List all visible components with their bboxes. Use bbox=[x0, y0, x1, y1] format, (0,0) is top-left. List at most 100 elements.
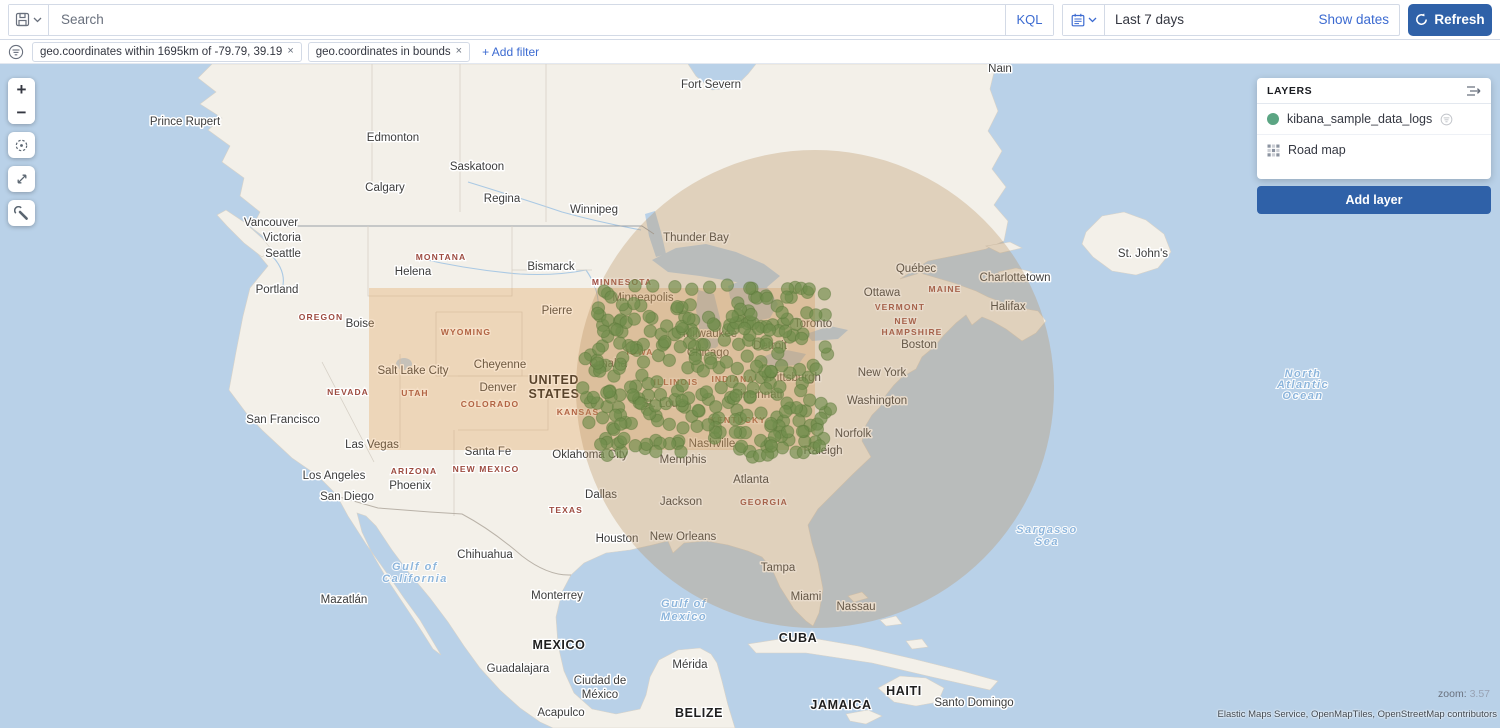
document-point[interactable] bbox=[795, 384, 807, 396]
measure-distance-button[interactable] bbox=[8, 166, 35, 192]
map-canvas[interactable]: Gulf ofCaliforniaGulf ofMexicoNorthAtlan… bbox=[0, 64, 1500, 728]
document-point[interactable] bbox=[781, 291, 793, 303]
document-point[interactable] bbox=[811, 423, 823, 435]
document-point[interactable] bbox=[797, 446, 809, 458]
document-point[interactable] bbox=[815, 412, 827, 424]
document-point[interactable] bbox=[715, 381, 727, 393]
document-point[interactable] bbox=[616, 298, 628, 310]
document-point[interactable] bbox=[649, 400, 661, 412]
layer-item-kibana-sample-data-logs[interactable]: kibana_sample_data_logs bbox=[1257, 104, 1491, 135]
show-dates-button[interactable]: Show dates bbox=[1308, 12, 1399, 27]
document-point[interactable] bbox=[729, 426, 741, 438]
document-point[interactable] bbox=[710, 401, 722, 413]
zoom-out-button[interactable]: − bbox=[8, 101, 35, 124]
document-point[interactable] bbox=[579, 352, 591, 364]
document-point[interactable] bbox=[596, 412, 608, 424]
document-point[interactable] bbox=[628, 313, 640, 325]
add-filter-button[interactable]: + Add filter bbox=[482, 45, 539, 59]
document-point[interactable] bbox=[760, 382, 772, 394]
document-point[interactable] bbox=[642, 377, 654, 389]
document-point[interactable] bbox=[804, 394, 816, 406]
document-point[interactable] bbox=[819, 341, 831, 353]
document-point[interactable] bbox=[730, 389, 742, 401]
remove-filter-icon[interactable]: × bbox=[287, 46, 293, 57]
document-point[interactable] bbox=[686, 283, 698, 295]
document-point[interactable] bbox=[583, 416, 595, 428]
document-point[interactable] bbox=[810, 309, 822, 321]
map-attribution[interactable]: Elastic Maps Service, OpenMapTiles, Open… bbox=[1218, 709, 1498, 720]
document-point[interactable] bbox=[760, 338, 772, 350]
document-point[interactable] bbox=[698, 339, 710, 351]
document-point[interactable] bbox=[813, 440, 825, 452]
document-point[interactable] bbox=[779, 325, 791, 337]
document-point[interactable] bbox=[692, 404, 704, 416]
document-point[interactable] bbox=[614, 337, 626, 349]
document-point[interactable] bbox=[618, 432, 630, 444]
document-point[interactable] bbox=[752, 322, 764, 334]
document-point[interactable] bbox=[629, 280, 641, 292]
document-point[interactable] bbox=[650, 445, 662, 457]
document-point[interactable] bbox=[643, 310, 655, 322]
document-point[interactable] bbox=[810, 363, 822, 375]
document-point[interactable] bbox=[763, 324, 775, 336]
zoom-in-button[interactable]: + bbox=[8, 78, 35, 101]
document-point[interactable] bbox=[615, 358, 627, 370]
document-point[interactable] bbox=[731, 362, 743, 374]
document-point[interactable] bbox=[761, 292, 773, 304]
document-point[interactable] bbox=[661, 320, 673, 332]
document-point[interactable] bbox=[779, 405, 791, 417]
document-point[interactable] bbox=[683, 312, 695, 324]
document-point[interactable] bbox=[705, 357, 717, 369]
document-point[interactable] bbox=[707, 318, 719, 330]
document-point[interactable] bbox=[765, 417, 777, 429]
document-point[interactable] bbox=[750, 360, 762, 372]
document-point[interactable] bbox=[815, 397, 827, 409]
time-range-button[interactable]: Last 7 days bbox=[1105, 12, 1308, 27]
document-point[interactable] bbox=[741, 350, 753, 362]
document-point[interactable] bbox=[729, 414, 741, 426]
document-point[interactable] bbox=[726, 310, 738, 322]
document-point[interactable] bbox=[605, 291, 617, 303]
document-point[interactable] bbox=[629, 440, 641, 452]
document-point[interactable] bbox=[776, 306, 788, 318]
document-point[interactable] bbox=[735, 440, 747, 452]
document-point[interactable] bbox=[703, 281, 715, 293]
document-point[interactable] bbox=[677, 422, 689, 434]
document-point[interactable] bbox=[738, 322, 750, 334]
set-view-button[interactable] bbox=[8, 132, 35, 158]
remove-filter-icon[interactable]: × bbox=[456, 46, 462, 57]
document-point[interactable] bbox=[593, 343, 605, 355]
document-point[interactable] bbox=[718, 334, 730, 346]
document-point[interactable] bbox=[591, 307, 603, 319]
document-point[interactable] bbox=[663, 354, 675, 366]
document-point[interactable] bbox=[627, 389, 639, 401]
document-point[interactable] bbox=[772, 347, 784, 359]
add-layer-button[interactable]: Add layer bbox=[1257, 186, 1491, 214]
document-point[interactable] bbox=[675, 446, 687, 458]
document-point[interactable] bbox=[597, 325, 609, 337]
document-point[interactable] bbox=[721, 279, 733, 291]
layer-item-road-map[interactable]: Road map bbox=[1257, 135, 1491, 165]
document-point[interactable] bbox=[774, 381, 786, 393]
document-point[interactable] bbox=[637, 356, 649, 368]
document-point[interactable] bbox=[611, 324, 623, 336]
tools-button[interactable] bbox=[8, 200, 35, 226]
document-point[interactable] bbox=[755, 407, 767, 419]
document-point[interactable] bbox=[603, 385, 615, 397]
document-point[interactable] bbox=[720, 356, 732, 368]
collapse-panel-icon[interactable] bbox=[1466, 85, 1481, 97]
filter-pill-geo-distance[interactable]: geo.coordinates within 1695km of -79.79,… bbox=[32, 42, 302, 62]
filter-pill-geo-bounds[interactable]: geo.coordinates in bounds × bbox=[308, 42, 470, 62]
document-point[interactable] bbox=[674, 341, 686, 353]
date-quick-select-button[interactable] bbox=[1063, 5, 1105, 35]
document-point[interactable] bbox=[601, 449, 613, 461]
document-point[interactable] bbox=[676, 394, 688, 406]
document-point[interactable] bbox=[775, 360, 787, 372]
document-point[interactable] bbox=[745, 308, 757, 320]
document-point[interactable] bbox=[765, 440, 777, 452]
document-point[interactable] bbox=[790, 318, 802, 330]
document-point[interactable] bbox=[659, 336, 671, 348]
document-point[interactable] bbox=[700, 386, 712, 398]
document-point[interactable] bbox=[647, 280, 659, 292]
document-point[interactable] bbox=[587, 391, 599, 403]
